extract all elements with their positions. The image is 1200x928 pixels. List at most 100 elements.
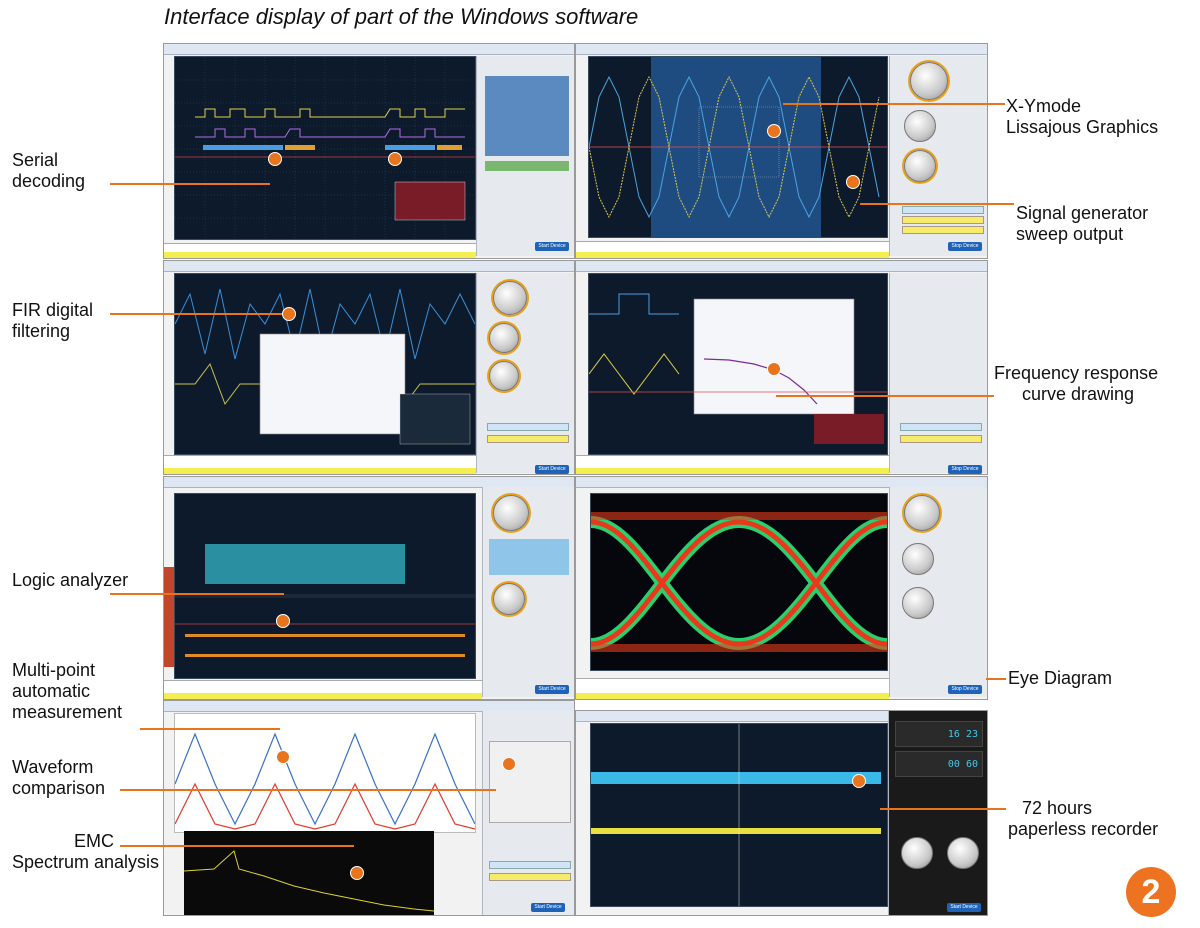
callout-leader <box>783 103 1005 105</box>
page-number-badge: 2 <box>1126 867 1176 917</box>
leader-dot-icon <box>268 152 282 166</box>
scope-display <box>590 723 888 907</box>
callout-waveform-comparison: Waveform comparison <box>12 757 106 798</box>
leader-dot-icon <box>767 362 781 376</box>
generator-bar[interactable] <box>900 423 982 431</box>
knob-icon[interactable] <box>489 323 519 353</box>
start-device-button[interactable]: Start Device <box>535 465 569 474</box>
page-title: Interface display of part of the Windows… <box>164 4 639 29</box>
knob-icon[interactable] <box>904 110 936 142</box>
knob-icon[interactable] <box>902 587 934 619</box>
screenshot-serial-decoding: Start Device <box>163 43 575 259</box>
callout-leader <box>110 313 284 315</box>
knob-icon[interactable] <box>947 837 979 869</box>
knob-icon[interactable] <box>901 837 933 869</box>
stop-device-button[interactable]: Stop Device <box>948 242 982 251</box>
leader-dot-icon <box>767 124 781 138</box>
knob-icon[interactable] <box>904 150 936 182</box>
window-titlebar <box>164 44 574 55</box>
window-titlebar <box>576 44 987 55</box>
serial-waveform-yellow <box>195 108 465 118</box>
callout-leader <box>110 183 270 185</box>
measurement-bar <box>576 678 889 699</box>
measurement-bar <box>576 241 889 258</box>
start-device-button[interactable]: Start Device <box>535 242 569 251</box>
leader-dot-icon <box>502 757 516 771</box>
measurement-bar <box>164 243 476 258</box>
start-device-button[interactable]: Start Device <box>947 903 981 912</box>
stop-device-button[interactable]: Stop Device <box>948 685 982 694</box>
screenshot-eye-diagram: Stop Device <box>575 476 988 700</box>
callout-multi-point: Multi-point automatic measurement <box>12 660 123 722</box>
callout-fir-filtering: FIR digital filtering <box>12 300 94 341</box>
callout-emc: EMC Spectrum analysis <box>12 831 160 872</box>
side-panel: Start Device <box>476 56 574 256</box>
side-panel: 16 23 00 60 Start Device <box>888 711 987 915</box>
side-panel: Stop Device <box>889 273 987 474</box>
callout-leader <box>110 593 284 595</box>
knob-icon[interactable] <box>902 543 934 575</box>
callout-leader <box>860 203 1014 205</box>
callout-leader <box>776 395 994 397</box>
serial-waveform-purple <box>195 128 465 138</box>
window-titlebar <box>164 261 574 272</box>
callout-logic-analyzer: Logic analyzer <box>12 570 129 590</box>
generator-bar[interactable] <box>900 435 982 443</box>
leader-dot-icon <box>846 175 860 189</box>
side-panel: Stop Device <box>889 487 987 697</box>
leader-dot-icon <box>276 614 290 628</box>
callout-serial-decoding: Serial decoding <box>12 150 86 191</box>
callout-leader <box>880 808 1006 810</box>
callout-leader <box>986 678 1006 680</box>
generator-bar[interactable] <box>487 423 569 431</box>
comparison-display <box>174 713 476 833</box>
side-panel: Start Device <box>482 487 574 697</box>
spectrum-display <box>184 831 434 915</box>
scope-display <box>174 493 476 679</box>
screenshot-paperless-recorder: 16 23 00 60 Start Device <box>575 710 988 916</box>
callout-leader <box>140 728 280 730</box>
generator-bar[interactable] <box>902 226 984 234</box>
screenshot-fir-filtering: Start Device <box>163 260 575 475</box>
callout-leader <box>120 845 354 847</box>
recorder-readout: 16 23 <box>895 721 983 747</box>
recorder-readout: 00 60 <box>895 751 983 777</box>
start-device-button[interactable]: Start Device <box>535 685 569 694</box>
screenshot-xy-lissajous: Stop Device <box>575 43 988 259</box>
side-panel: Stop Device <box>889 56 987 256</box>
leader-dot-icon <box>282 307 296 321</box>
generator-bar[interactable] <box>902 206 984 214</box>
knob-icon[interactable] <box>904 495 940 531</box>
callout-xy-mode: X-Ymode Lissajous Graphics <box>1006 96 1159 137</box>
scope-display <box>174 56 476 240</box>
screenshot-logic-analyzer: Start Device <box>163 476 575 700</box>
screenshot-frequency-response: Stop Device <box>575 260 988 475</box>
knob-icon[interactable] <box>493 281 527 315</box>
measurement-bar <box>164 455 476 474</box>
side-panel: Start Device <box>476 273 574 474</box>
stop-device-button[interactable]: Stop Device <box>948 465 982 474</box>
measurement-bar <box>164 680 482 699</box>
measurement-bar <box>576 455 889 474</box>
callout-signal-generator: Signal generator sweep output <box>1016 203 1149 244</box>
screenshot-multi-measurement: Start Device <box>163 700 575 916</box>
generator-bar[interactable] <box>902 216 984 224</box>
scope-display <box>174 273 476 455</box>
callout-frequency-response: Frequency response curve drawing <box>994 363 1159 404</box>
scope-display <box>588 273 888 455</box>
generator-bar[interactable] <box>487 435 569 443</box>
knob-icon[interactable] <box>489 361 519 391</box>
callout-recorder: 72 hours paperless recorder <box>1008 798 1159 839</box>
side-panel: Start Device <box>482 711 574 915</box>
leader-dot-icon <box>852 774 866 788</box>
leader-dot-icon <box>350 866 364 880</box>
knob-icon[interactable] <box>910 62 948 100</box>
knob-icon[interactable] <box>493 583 525 615</box>
start-device-button[interactable]: Start Device <box>531 903 565 912</box>
knob-icon[interactable] <box>493 495 529 531</box>
scope-display <box>590 493 888 671</box>
window-titlebar <box>576 261 987 272</box>
generator-bar[interactable] <box>489 873 571 881</box>
scope-display <box>588 56 888 238</box>
generator-bar[interactable] <box>489 861 571 869</box>
